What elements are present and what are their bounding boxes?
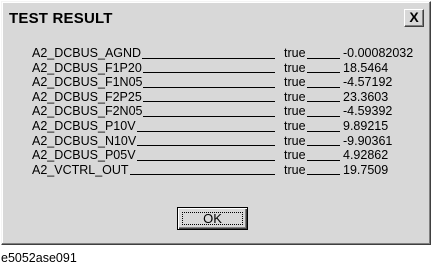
ok-button-label: OK [203,211,222,226]
result-status-label: true [284,89,307,104]
result-name: A2_DCBUS_F2P25 [32,89,275,105]
result-status: true [284,46,340,61]
dialog-title: TEST RESULT [9,10,113,27]
result-status-label: true [284,75,307,90]
figure-caption: e5052ase091 [1,251,77,265]
result-value: -4.59392 [343,104,393,119]
close-icon: X [409,9,419,25]
result-name-label: A2_VCTRL_OUT [32,162,130,177]
result-status-label: true [284,162,307,177]
result-status-label: true [284,104,307,119]
result-name-label: A2_DCBUS_N10V [32,133,138,148]
result-status: true [284,104,340,119]
result-name: A2_DCBUS_F2N05 [32,104,275,119]
result-status-label: true [284,46,307,60]
result-status: true [284,60,340,76]
result-value: -0.00082032 [343,46,414,60]
result-status-label: true [284,118,307,133]
result-value: 23.3603 [343,89,389,104]
result-value: 18.5464 [343,60,389,75]
title-bar: TEST RESULT X [5,5,427,31]
result-status: true [284,148,340,163]
close-button[interactable]: X [404,9,424,27]
result-name-label: A2_DCBUS_P05V [32,148,137,163]
result-status: true [284,162,340,178]
result-name: A2_DCBUS_P05V [32,148,275,163]
result-status-label: true [284,60,307,75]
result-name-label: A2_DCBUS_F1P20 [32,60,143,75]
result-status-label: true [284,133,307,148]
result-value: 19.7509 [343,162,389,177]
result-name-label: A2_DCBUS_AGND [32,46,143,60]
result-name: A2_VCTRL_OUT [32,162,275,178]
result-name: A2_DCBUS_N10V [32,133,275,149]
result-name-label: A2_DCBUS_P10V [32,118,137,133]
result-name: A2_DCBUS_P10V [32,118,275,134]
result-name: A2_DCBUS_F1N05 [32,75,275,90]
ok-button[interactable]: OK [177,207,248,230]
result-status-label: true [284,148,307,163]
result-name: A2_DCBUS_AGND [32,46,275,61]
result-name-label: A2_DCBUS_F1N05 [32,75,144,90]
result-name-label: A2_DCBUS_F2P25 [32,89,143,104]
result-name-label: A2_DCBUS_F2N05 [32,104,144,119]
result-value: -9.90361 [343,133,393,148]
result-status: true [284,75,340,90]
result-status: true [284,89,340,105]
test-result-dialog: TEST RESULT X A2_DCBUS_AGND true -0.000820… [1,1,431,245]
result-status: true [284,133,340,149]
result-name: A2_DCBUS_F1P20 [32,60,275,76]
result-value: 9.89215 [343,118,389,133]
result-status: true [284,118,340,134]
result-value: -4.57192 [343,75,393,90]
result-value: 4.92862 [343,148,389,163]
